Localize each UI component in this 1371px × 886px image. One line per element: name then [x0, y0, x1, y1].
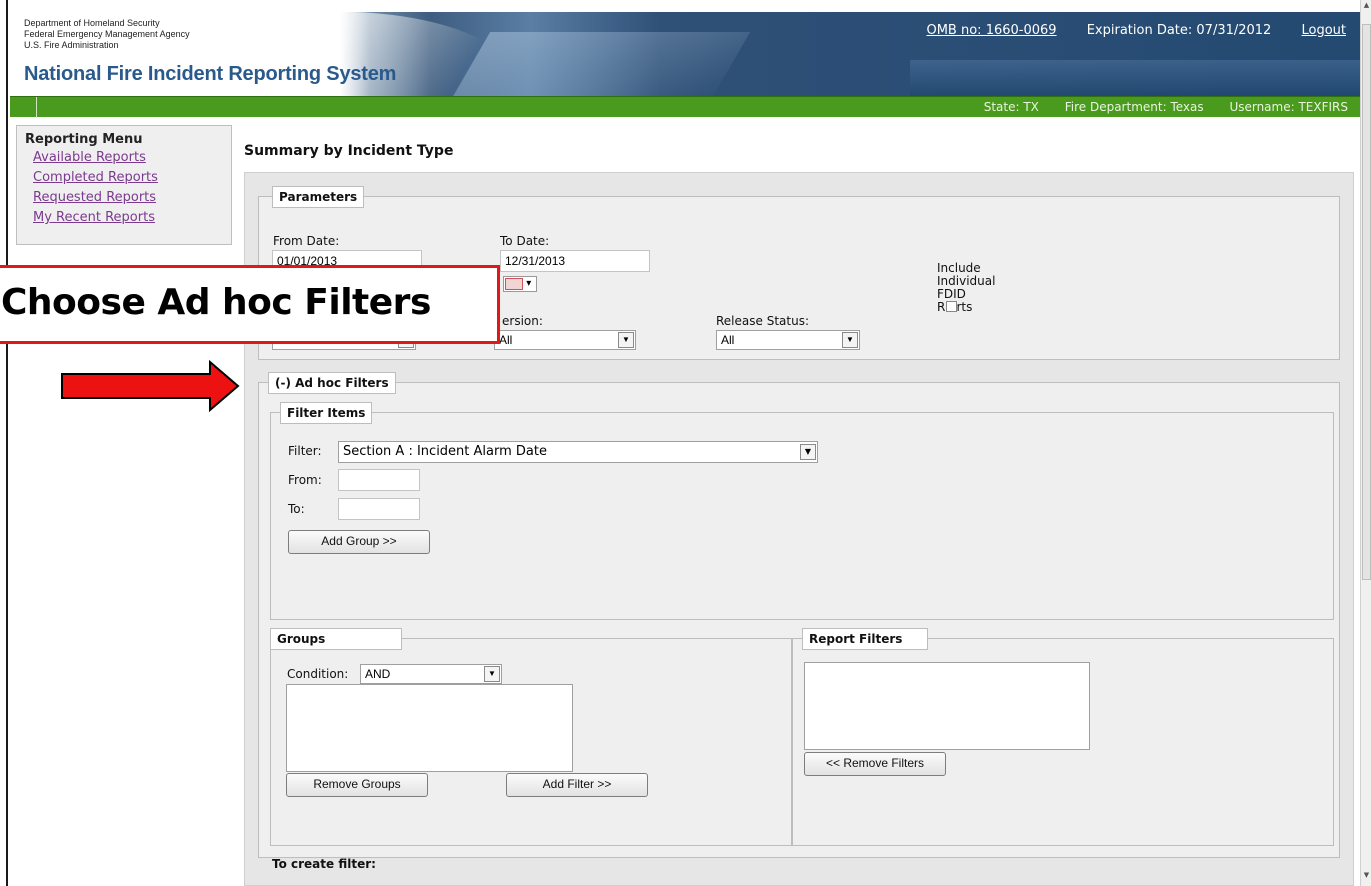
filter-items-legend: Filter Items: [280, 402, 373, 424]
red-arrow-icon: [61, 360, 240, 412]
remove-filters-button[interactable]: << Remove Filters: [804, 752, 946, 776]
condition-label: Condition:: [287, 667, 349, 681]
to-date-label: To Date:: [500, 234, 550, 248]
calendar-icon: [505, 278, 523, 290]
scrollbar-thumb[interactable]: [1362, 24, 1371, 580]
version-select-value: All: [499, 333, 513, 347]
fire-department-info: Fire Department: Texas: [1064, 100, 1204, 114]
release-status-label: Release Status:: [716, 314, 809, 328]
site-title: National Fire Incident Reporting System: [24, 63, 397, 85]
filter-from-input[interactable]: [338, 469, 420, 491]
chevron-down-icon: ▼: [484, 666, 500, 682]
filter-to-input[interactable]: [338, 498, 420, 520]
scroll-up-icon[interactable]: ▲: [1362, 1, 1371, 13]
username-info: Username: TEXFIRS: [1229, 100, 1348, 114]
vertical-scrollbar[interactable]: ▲ ▼: [1360, 0, 1371, 886]
callout-text: Choose Ad hoc Filters: [1, 282, 431, 323]
chevron-down-icon: ▼: [618, 332, 634, 348]
site-header: Department of Homeland Security Federal …: [10, 12, 1360, 96]
reporting-menu: Reporting Menu Available Reports Complet…: [16, 125, 232, 245]
condition-select[interactable]: AND ▼: [360, 664, 502, 684]
chevron-down-icon: ▼: [842, 332, 858, 348]
omb-link[interactable]: OMB no: 1660-0069: [926, 23, 1056, 38]
from-date-label: From Date:: [273, 234, 340, 248]
filter-label: Filter:: [288, 444, 322, 458]
add-filter-button[interactable]: Add Filter >>: [506, 773, 648, 797]
adhoc-filters-toggle[interactable]: (-) Ad hoc Filters: [268, 372, 396, 394]
calendar-picker-button[interactable]: ▾: [503, 276, 537, 292]
chevron-down-icon: ▾: [526, 278, 532, 289]
sidebar-item-available-reports[interactable]: Available Reports: [33, 148, 223, 168]
groups-listbox[interactable]: [286, 684, 573, 772]
state-info: State: TX: [983, 100, 1039, 114]
include-fdid-checkbox[interactable]: [946, 301, 957, 312]
version-select[interactable]: All ▼: [494, 330, 636, 350]
agency-line-usfa: U.S. Fire Administration: [24, 40, 119, 50]
filter-select[interactable]: Section A : Incident Alarm Date ▼: [338, 441, 818, 463]
agency-line-dhs: Department of Homeland Security: [24, 18, 160, 28]
agency-line-fema: Federal Emergency Management Agency: [24, 29, 190, 39]
chevron-down-icon: ▼: [800, 444, 816, 460]
filter-select-value: Section A : Incident Alarm Date: [343, 444, 547, 459]
expiration-date: Expiration Date: 07/31/2012: [1086, 23, 1272, 38]
sidebar-item-my-recent-reports[interactable]: My Recent Reports: [33, 208, 223, 228]
header-links: OMB no: 1660-0069 Expiration Date: 07/31…: [900, 23, 1346, 38]
instructions-heading: To create filter:: [272, 857, 376, 871]
status-bar: State: TX Fire Department: Texas Usernam…: [10, 96, 1360, 118]
logout-link[interactable]: Logout: [1301, 23, 1346, 38]
add-group-button[interactable]: Add Group >>: [288, 530, 430, 554]
report-filters-legend: Report Filters: [802, 628, 928, 650]
condition-select-value: AND: [365, 667, 391, 681]
sidebar-item-requested-reports[interactable]: Requested Reports: [33, 188, 223, 208]
remove-groups-button[interactable]: Remove Groups: [286, 773, 428, 797]
agency-block: Department of Homeland Security Federal …: [24, 18, 190, 51]
version-label: ersion:: [502, 314, 543, 328]
release-status-select-value: All: [721, 333, 735, 347]
scroll-down-icon[interactable]: ▼: [1362, 871, 1371, 883]
page-title: Summary by Incident Type: [244, 143, 454, 159]
groups-legend: Groups: [270, 628, 402, 650]
report-filters-listbox[interactable]: [804, 662, 1090, 750]
parameters-legend: Parameters: [272, 186, 365, 208]
release-status-select[interactable]: All ▼: [716, 330, 860, 350]
include-individual-fdid: Include Individual FDID R orts: [937, 262, 995, 314]
to-date-input[interactable]: 12/31/2013: [500, 250, 650, 272]
callout-box: Choose Ad hoc Filters: [0, 265, 500, 344]
to-label: To:: [288, 502, 305, 516]
reporting-menu-title: Reporting Menu: [25, 132, 143, 147]
sidebar-item-completed-reports[interactable]: Completed Reports: [33, 168, 223, 188]
from-label: From:: [288, 473, 322, 487]
window-left-border: [0, 0, 8, 886]
